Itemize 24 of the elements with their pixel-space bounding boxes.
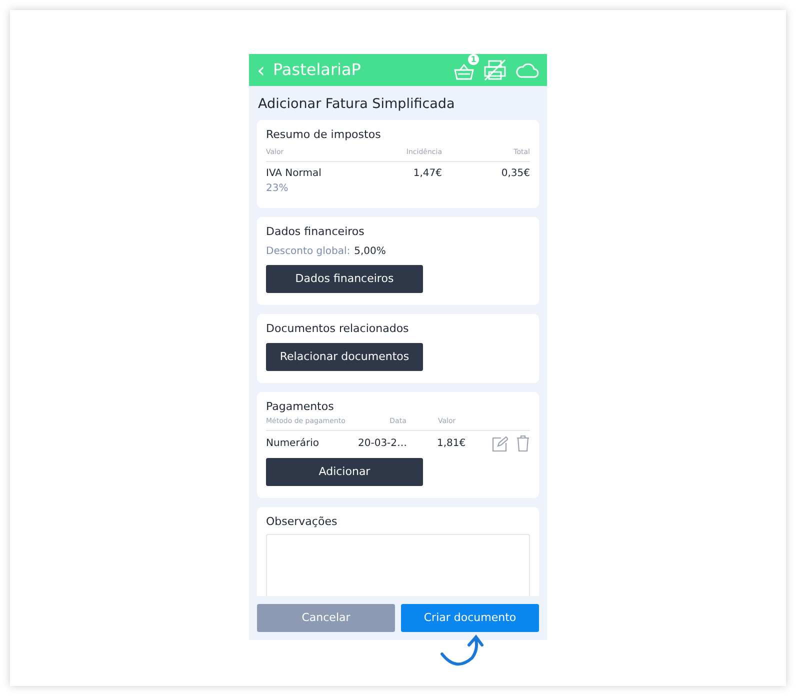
- table-cell-text: 20-03-2…: [358, 437, 408, 452]
- page-title: Adicionar Fatura Simplificada: [257, 95, 456, 114]
- app-title: PastelariaP: [273, 59, 362, 81]
- section-title: Documentos relacionados: [266, 320, 410, 337]
- table-cell-text: Numerário: [266, 437, 320, 452]
- cloud-button[interactable]: [515, 62, 539, 78]
- table-cell-text: 23%: [266, 182, 290, 196]
- trash-icon[interactable]: [516, 435, 530, 452]
- badge-count: 1: [468, 54, 479, 65]
- financial-data-button[interactable]: Dados financeiros: [266, 264, 423, 293]
- add-payment-button[interactable]: Adicionar: [266, 458, 423, 486]
- section-title: Pagamentos: [266, 399, 335, 416]
- table-cell-text: 0,35€: [500, 167, 530, 182]
- section-title: Resumo de impostos: [266, 127, 382, 144]
- discount-label: Desconto global:: [266, 244, 350, 259]
- section-title: Dados financeiros: [266, 224, 366, 240]
- create-document-button[interactable]: Criar documento: [401, 604, 539, 632]
- edit-icon[interactable]: [492, 436, 508, 452]
- discount-value: 5,00%: [354, 244, 386, 259]
- table-cell-text: 1,47€: [412, 167, 442, 182]
- table-cell-text: 1,81€: [436, 437, 467, 452]
- relate-documents-button[interactable]: Relacionar documentos: [266, 343, 423, 372]
- section-title: Observações: [266, 514, 338, 530]
- table-cell-text: IVA Normal: [266, 167, 322, 182]
